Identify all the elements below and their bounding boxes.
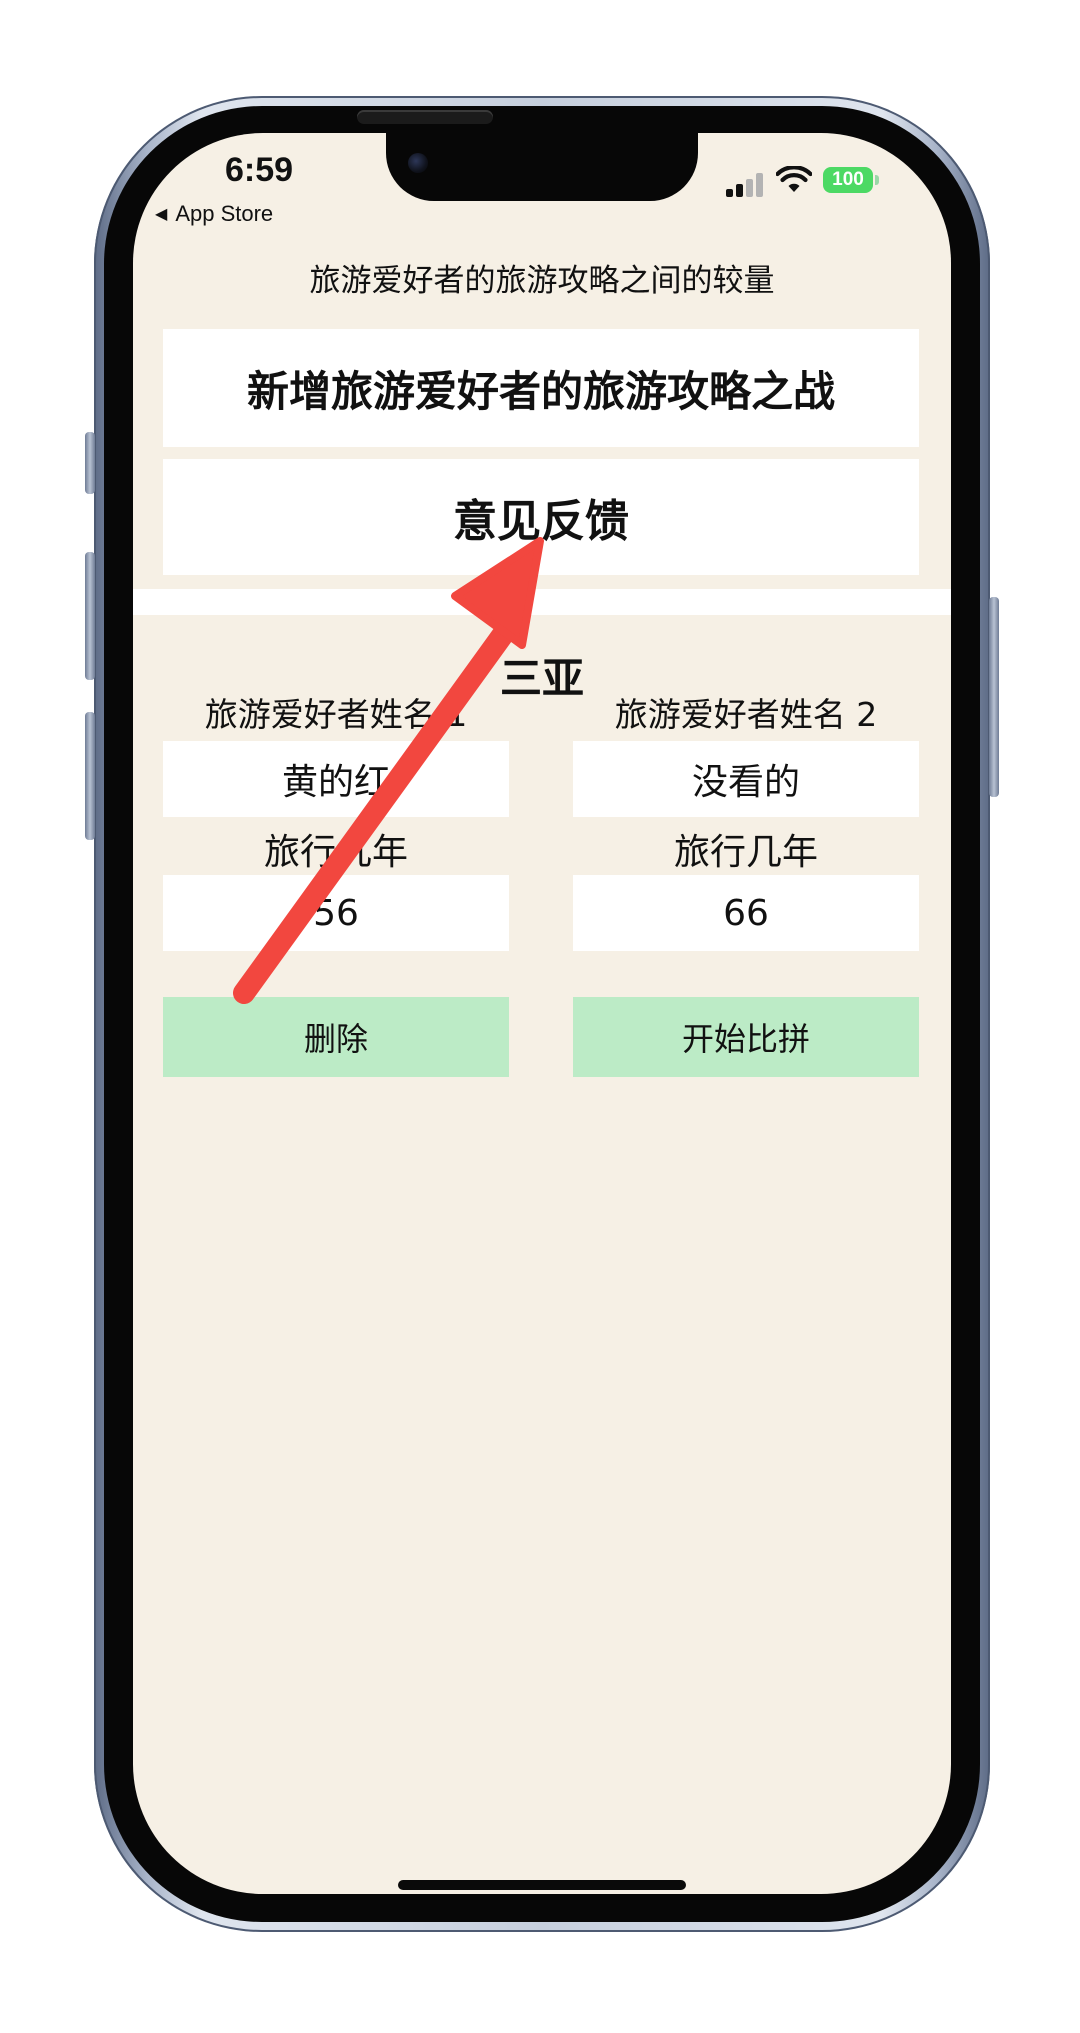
traveler-2-years-field[interactable]: 66 bbox=[573, 875, 919, 951]
silent-switch bbox=[85, 432, 95, 494]
battery-icon: 100 bbox=[823, 167, 879, 193]
home-indicator bbox=[398, 1880, 686, 1890]
wifi-icon bbox=[776, 166, 812, 192]
section-divider bbox=[133, 589, 951, 615]
volume-down-button bbox=[85, 712, 95, 840]
back-to-app-store[interactable]: ◀ App Store bbox=[155, 201, 273, 227]
delete-button[interactable]: 删除 bbox=[163, 997, 509, 1077]
traveler-2-name-label: 旅游爱好者姓名 2 bbox=[614, 695, 878, 734]
back-triangle-icon: ◀ bbox=[155, 206, 168, 223]
back-app-label: App Store bbox=[175, 201, 274, 226]
traveler-2-name-field[interactable]: 没看的 bbox=[573, 741, 919, 817]
cellular-signal-icon bbox=[726, 171, 766, 197]
traveler-1-years-label: 旅行几年 bbox=[263, 832, 408, 873]
traveler-1-name-field[interactable]: 黄的红 bbox=[163, 741, 509, 817]
front-camera-icon bbox=[408, 153, 428, 173]
start-battle-button[interactable]: 开始比拼 bbox=[573, 997, 919, 1077]
page-title: 旅游爱好者的旅游攻略之间的较量 bbox=[309, 263, 775, 299]
notch bbox=[386, 133, 698, 201]
traveler-1-name-label: 旅游爱好者姓名 1 bbox=[204, 695, 468, 734]
status-time: 6:59 bbox=[225, 151, 294, 189]
traveler-1-years-field[interactable]: 56 bbox=[163, 875, 509, 951]
phone-screen: 6:59 ◀ App Store 100 旅游爱好者的旅游攻略之间的较量 新增旅… bbox=[133, 133, 951, 1894]
volume-up-button bbox=[85, 552, 95, 680]
feedback-button[interactable]: 意见反馈 bbox=[163, 459, 919, 575]
traveler-2-years-label: 旅行几年 bbox=[673, 832, 818, 873]
new-battle-button[interactable]: 新增旅游爱好者的旅游攻略之战 bbox=[163, 329, 919, 447]
power-button bbox=[989, 597, 999, 797]
earpiece-speaker bbox=[357, 110, 493, 124]
